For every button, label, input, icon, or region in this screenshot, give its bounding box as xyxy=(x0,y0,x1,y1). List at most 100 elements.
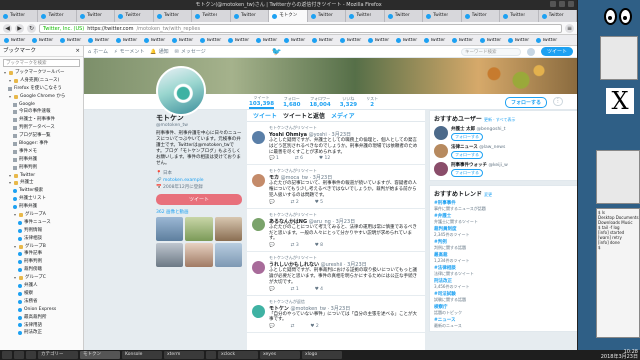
bookmark-item[interactable]: Twitter xyxy=(312,37,338,43)
chevron-down-icon[interactable]: ▾ xyxy=(13,244,17,249)
site-identity[interactable]: Twitter, Inc. (US) xyxy=(43,25,84,32)
suggested-user[interactable]: 刑事事件ウォッチ @keiji_w フォローする xyxy=(434,162,574,177)
bookmark-tree-item[interactable]: ▾ グループB xyxy=(0,243,83,251)
taskbar-item[interactable]: xterm xyxy=(164,351,204,359)
suggested-user[interactable]: 法律ニュース @law_news フォローする xyxy=(434,144,574,159)
retweet-icon[interactable]: ⇄ 6 xyxy=(295,156,303,161)
maximize-button[interactable] xyxy=(559,1,565,7)
bookmark-item[interactable]: Twitter xyxy=(480,37,506,43)
chevron-down-icon[interactable]: ▾ xyxy=(8,78,12,83)
profile-stat[interactable]: リスト 2 xyxy=(366,96,378,108)
tweet-avatar[interactable] xyxy=(252,217,265,231)
window-titlebar[interactable]: モトクン(@motoken_tw)さん | Twitterからの返信付きツイート… xyxy=(0,0,577,10)
bookmark-tree-item[interactable]: 今日の事件速報 xyxy=(0,108,83,116)
bookmark-tree-item[interactable]: ▾ Google Chrome から xyxy=(0,93,83,101)
bookmark-tree-item[interactable]: 法務省 xyxy=(0,298,83,306)
bookmark-item[interactable]: Twitter xyxy=(340,37,366,43)
browser-tab[interactable]: Twitter xyxy=(38,10,77,22)
trend-item[interactable]: #司法試験 試験に関する話題 xyxy=(434,291,574,302)
taskbar-item[interactable] xyxy=(14,351,24,359)
profile-handle[interactable]: @motoken_tw xyxy=(156,123,242,128)
browser-tab[interactable]: Twitter xyxy=(423,10,462,22)
tweet-avatar[interactable] xyxy=(252,304,265,318)
bookmark-item[interactable]: Twitter xyxy=(32,37,58,43)
browser-tab[interactable]: Twitter xyxy=(539,10,577,22)
account-avatar[interactable] xyxy=(526,47,535,56)
close-button[interactable] xyxy=(568,1,574,7)
follow-suggested-button[interactable]: フォローする xyxy=(451,169,483,177)
bookmark-tree-item[interactable]: 事件記事 xyxy=(0,250,83,258)
timeline-tab[interactable]: メディア xyxy=(331,111,355,120)
profile-stat[interactable]: フォロー 1,680 xyxy=(283,96,300,108)
sidebar-search-input[interactable]: ブックマークを検索 xyxy=(3,59,80,67)
retweet-icon[interactable]: ⇄ 3 xyxy=(291,243,299,248)
bookmark-tree-item[interactable]: ▾ 人身売買(ニュース) xyxy=(0,77,83,85)
tweet-author-handle[interactable]: @motoken_tw · 3月23日 xyxy=(290,306,350,312)
like-icon[interactable]: ♥ 8 xyxy=(315,243,323,248)
bookmark-tree-item[interactable]: Blogger: 事件 xyxy=(0,140,83,148)
bookmark-item[interactable]: Twitter xyxy=(228,37,254,43)
nav-notifications[interactable]: 🔔 通知 xyxy=(150,48,168,56)
taskbar-item[interactable]: カテゴリー xyxy=(38,351,78,359)
like-icon[interactable]: ♥ 5 xyxy=(315,200,323,205)
bookmark-item[interactable]: Twitter xyxy=(172,37,198,43)
taskbar-item[interactable]: xclock xyxy=(218,351,258,359)
bookmark-item[interactable]: Twitter xyxy=(424,37,450,43)
reply-icon[interactable]: 💬 xyxy=(269,243,275,248)
bookmark-tree-item[interactable]: 弁護士リスト xyxy=(0,195,83,203)
bookmark-item[interactable]: Twitter xyxy=(284,37,310,43)
chevron-down-icon[interactable]: ▾ xyxy=(13,276,17,280)
nav-moments[interactable]: ⚡ モーメント xyxy=(114,48,144,56)
browser-tab[interactable]: Twitter xyxy=(154,10,193,22)
bookmark-tree-item[interactable]: ▾ Twitter xyxy=(0,172,83,180)
browser-tab[interactable]: Twitter xyxy=(500,10,539,22)
taskbar-item[interactable]: Konsole xyxy=(122,351,162,359)
bookmark-item[interactable]: Twitter xyxy=(144,37,170,43)
suggested-user-name[interactable]: 弁護士 太郎 xyxy=(451,127,475,132)
browser-tab[interactable]: Twitter xyxy=(346,10,385,22)
trend-item[interactable]: 刑法改正 3,456件のツイート xyxy=(434,278,574,289)
bookmark-tree-item[interactable]: ▾ グループC xyxy=(0,274,83,282)
chevron-down-icon[interactable]: ▾ xyxy=(3,70,7,75)
suggested-user-name[interactable]: 法律ニュース xyxy=(451,145,478,150)
bookmark-tree-item[interactable]: 法律用語 xyxy=(0,322,83,330)
suggestions-refresh-link[interactable]: 更新 · すべて表示 xyxy=(484,117,515,122)
tweet-author-handle[interactable]: @aru_ng · 3月23日 xyxy=(309,219,355,225)
bookmark-tree-item[interactable]: ▾ 弁護士 xyxy=(0,179,83,187)
tweet-card[interactable]: モトケンさんがリツイート モカ @moca_tw · 3月23日 ふたたびの記事につ… xyxy=(247,165,425,209)
media-thumb[interactable] xyxy=(156,243,184,267)
bookmark-item[interactable]: Twitter xyxy=(256,37,282,43)
bookmark-tree-item[interactable]: 刑法改正 xyxy=(0,329,83,337)
twitter-bird-icon[interactable]: 🐦 xyxy=(272,47,282,56)
like-icon[interactable]: ♥ 4 xyxy=(315,287,323,292)
nav-home[interactable]: ⌂ ホーム xyxy=(88,48,108,56)
chevron-down-icon[interactable]: ▾ xyxy=(8,94,12,99)
browser-tab[interactable]: モトクン xyxy=(269,10,308,22)
chevron-down-icon[interactable]: ▾ xyxy=(8,181,12,185)
bookmark-item[interactable]: Twitter xyxy=(88,37,114,43)
suggested-user-avatar[interactable] xyxy=(434,126,448,140)
browser-tab[interactable]: Twitter xyxy=(0,10,39,22)
nav-messages[interactable]: ✉ メッセージ xyxy=(175,48,206,56)
profile-avatar[interactable] xyxy=(156,66,206,116)
sidebar-close-icon[interactable]: × xyxy=(75,46,80,56)
trend-item[interactable]: #判例 判例に関する話題 xyxy=(434,239,574,250)
follow-suggested-button[interactable]: フォローする xyxy=(451,133,483,141)
more-options-button[interactable]: ⋮ xyxy=(553,97,563,106)
menu-icon[interactable]: ≡ xyxy=(565,23,574,33)
bookmark-tree-item[interactable]: 検察 xyxy=(0,290,83,298)
suggested-user-name[interactable]: 刑事事件ウォッチ xyxy=(451,163,487,168)
bookmark-tree-item[interactable]: 事件メモ xyxy=(0,148,83,156)
bookmark-tree-item[interactable]: 法律相談 xyxy=(0,235,83,243)
tweet-avatar[interactable] xyxy=(252,261,265,275)
trend-item[interactable]: 最高裁 1,234件のツイート xyxy=(434,252,574,263)
bookmark-tree-item[interactable]: Onion Express xyxy=(0,306,83,314)
tweet-avatar[interactable] xyxy=(252,174,265,188)
sidebar-title[interactable]: ブックマーク xyxy=(3,46,36,56)
tweet-avatar[interactable] xyxy=(252,131,265,144)
minimize-button[interactable] xyxy=(550,1,556,7)
bookmark-tree-item[interactable]: ▾ グループA xyxy=(0,211,83,219)
suggested-user-avatar[interactable] xyxy=(434,162,448,176)
trend-item[interactable]: #弁護士 弁護士に関するツイート xyxy=(434,213,574,224)
browser-tab[interactable]: Twitter xyxy=(308,10,347,22)
